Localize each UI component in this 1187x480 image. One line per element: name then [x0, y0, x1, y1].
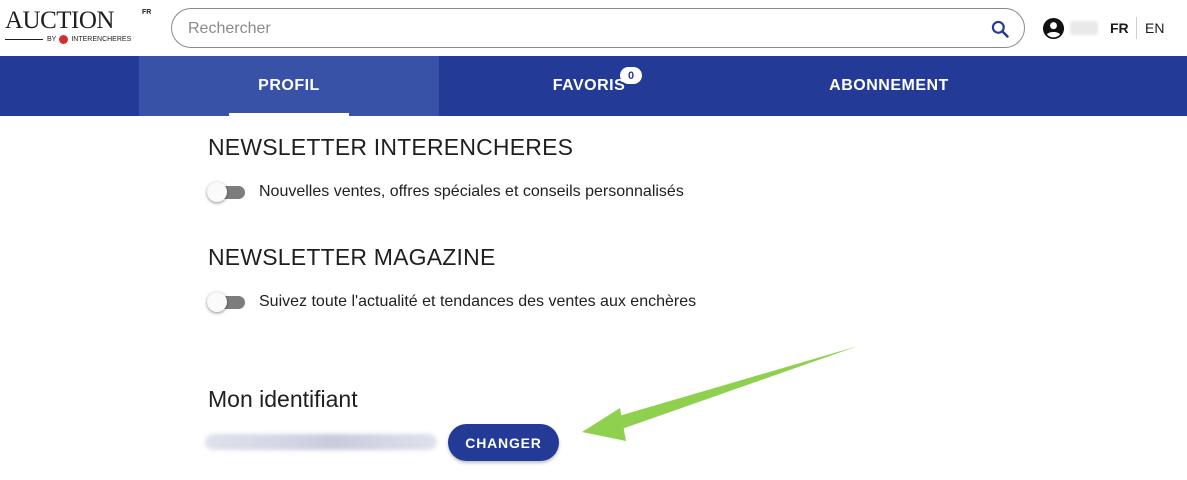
newsletter-interencheres-toggle[interactable] — [207, 182, 247, 202]
toggle-knob — [207, 182, 227, 202]
tab-profil[interactable]: PROFIL — [139, 56, 439, 116]
logo-country: FR — [142, 9, 152, 16]
newsletter-interencheres-title: NEWSLETTER INTERENCHERES — [208, 134, 574, 160]
account-circle-icon[interactable] — [1042, 17, 1065, 40]
newsletter-interencheres-label: Nouvelles ventes, offres spéciales et co… — [259, 183, 684, 200]
top-header: AUCTION FR BY INTERENCHERES FR EN — [0, 0, 1187, 56]
toggle-knob — [207, 292, 227, 312]
logo-divider — [5, 39, 43, 40]
account-tabs: PROFIL FAVORIS 0 ABONNEMENT — [0, 56, 1187, 116]
auction-logo[interactable]: AUCTION FR BY INTERENCHERES — [5, 7, 152, 48]
tab-favoris[interactable]: FAVORIS 0 — [439, 56, 739, 116]
newsletter-interencheres-row: Nouvelles ventes, offres spéciales et co… — [207, 182, 684, 202]
tab-label: FAVORIS — [552, 77, 626, 94]
language-fr[interactable]: FR — [1110, 20, 1129, 36]
interencheres-badge-icon — [59, 35, 69, 44]
account-name-redacted[interactable] — [1070, 21, 1098, 35]
newsletter-magazine-label: Suivez toute l'actualité et tendances de… — [259, 293, 697, 310]
change-identifier-button[interactable]: CHANGER — [448, 424, 559, 461]
search-bar — [171, 8, 1025, 48]
identifier-value-redacted — [205, 434, 437, 450]
tab-label: PROFIL — [258, 77, 320, 94]
tab-abonnement[interactable]: ABONNEMENT — [739, 56, 1039, 116]
search-icon[interactable] — [990, 19, 1010, 39]
newsletter-magazine-title: NEWSLETTER MAGAZINE — [208, 244, 496, 270]
newsletter-magazine-toggle[interactable] — [207, 292, 247, 312]
newsletter-magazine-row: Suivez toute l'actualité et tendances de… — [207, 292, 696, 312]
tab-label: ABONNEMENT — [829, 77, 949, 94]
logo-by: BY — [47, 36, 57, 43]
active-tab-indicator — [229, 113, 349, 116]
logo-brand: INTERENCHERES — [71, 36, 132, 43]
identifier-title: Mon identifiant — [208, 386, 358, 412]
language-divider — [1136, 17, 1137, 39]
search-input[interactable] — [188, 18, 978, 40]
language-en[interactable]: EN — [1145, 20, 1164, 36]
logo-byline: BY INTERENCHERES — [5, 35, 131, 44]
favorites-count-badge: 0 — [620, 67, 642, 84]
logo-wordmark: AUCTION — [5, 7, 115, 34]
